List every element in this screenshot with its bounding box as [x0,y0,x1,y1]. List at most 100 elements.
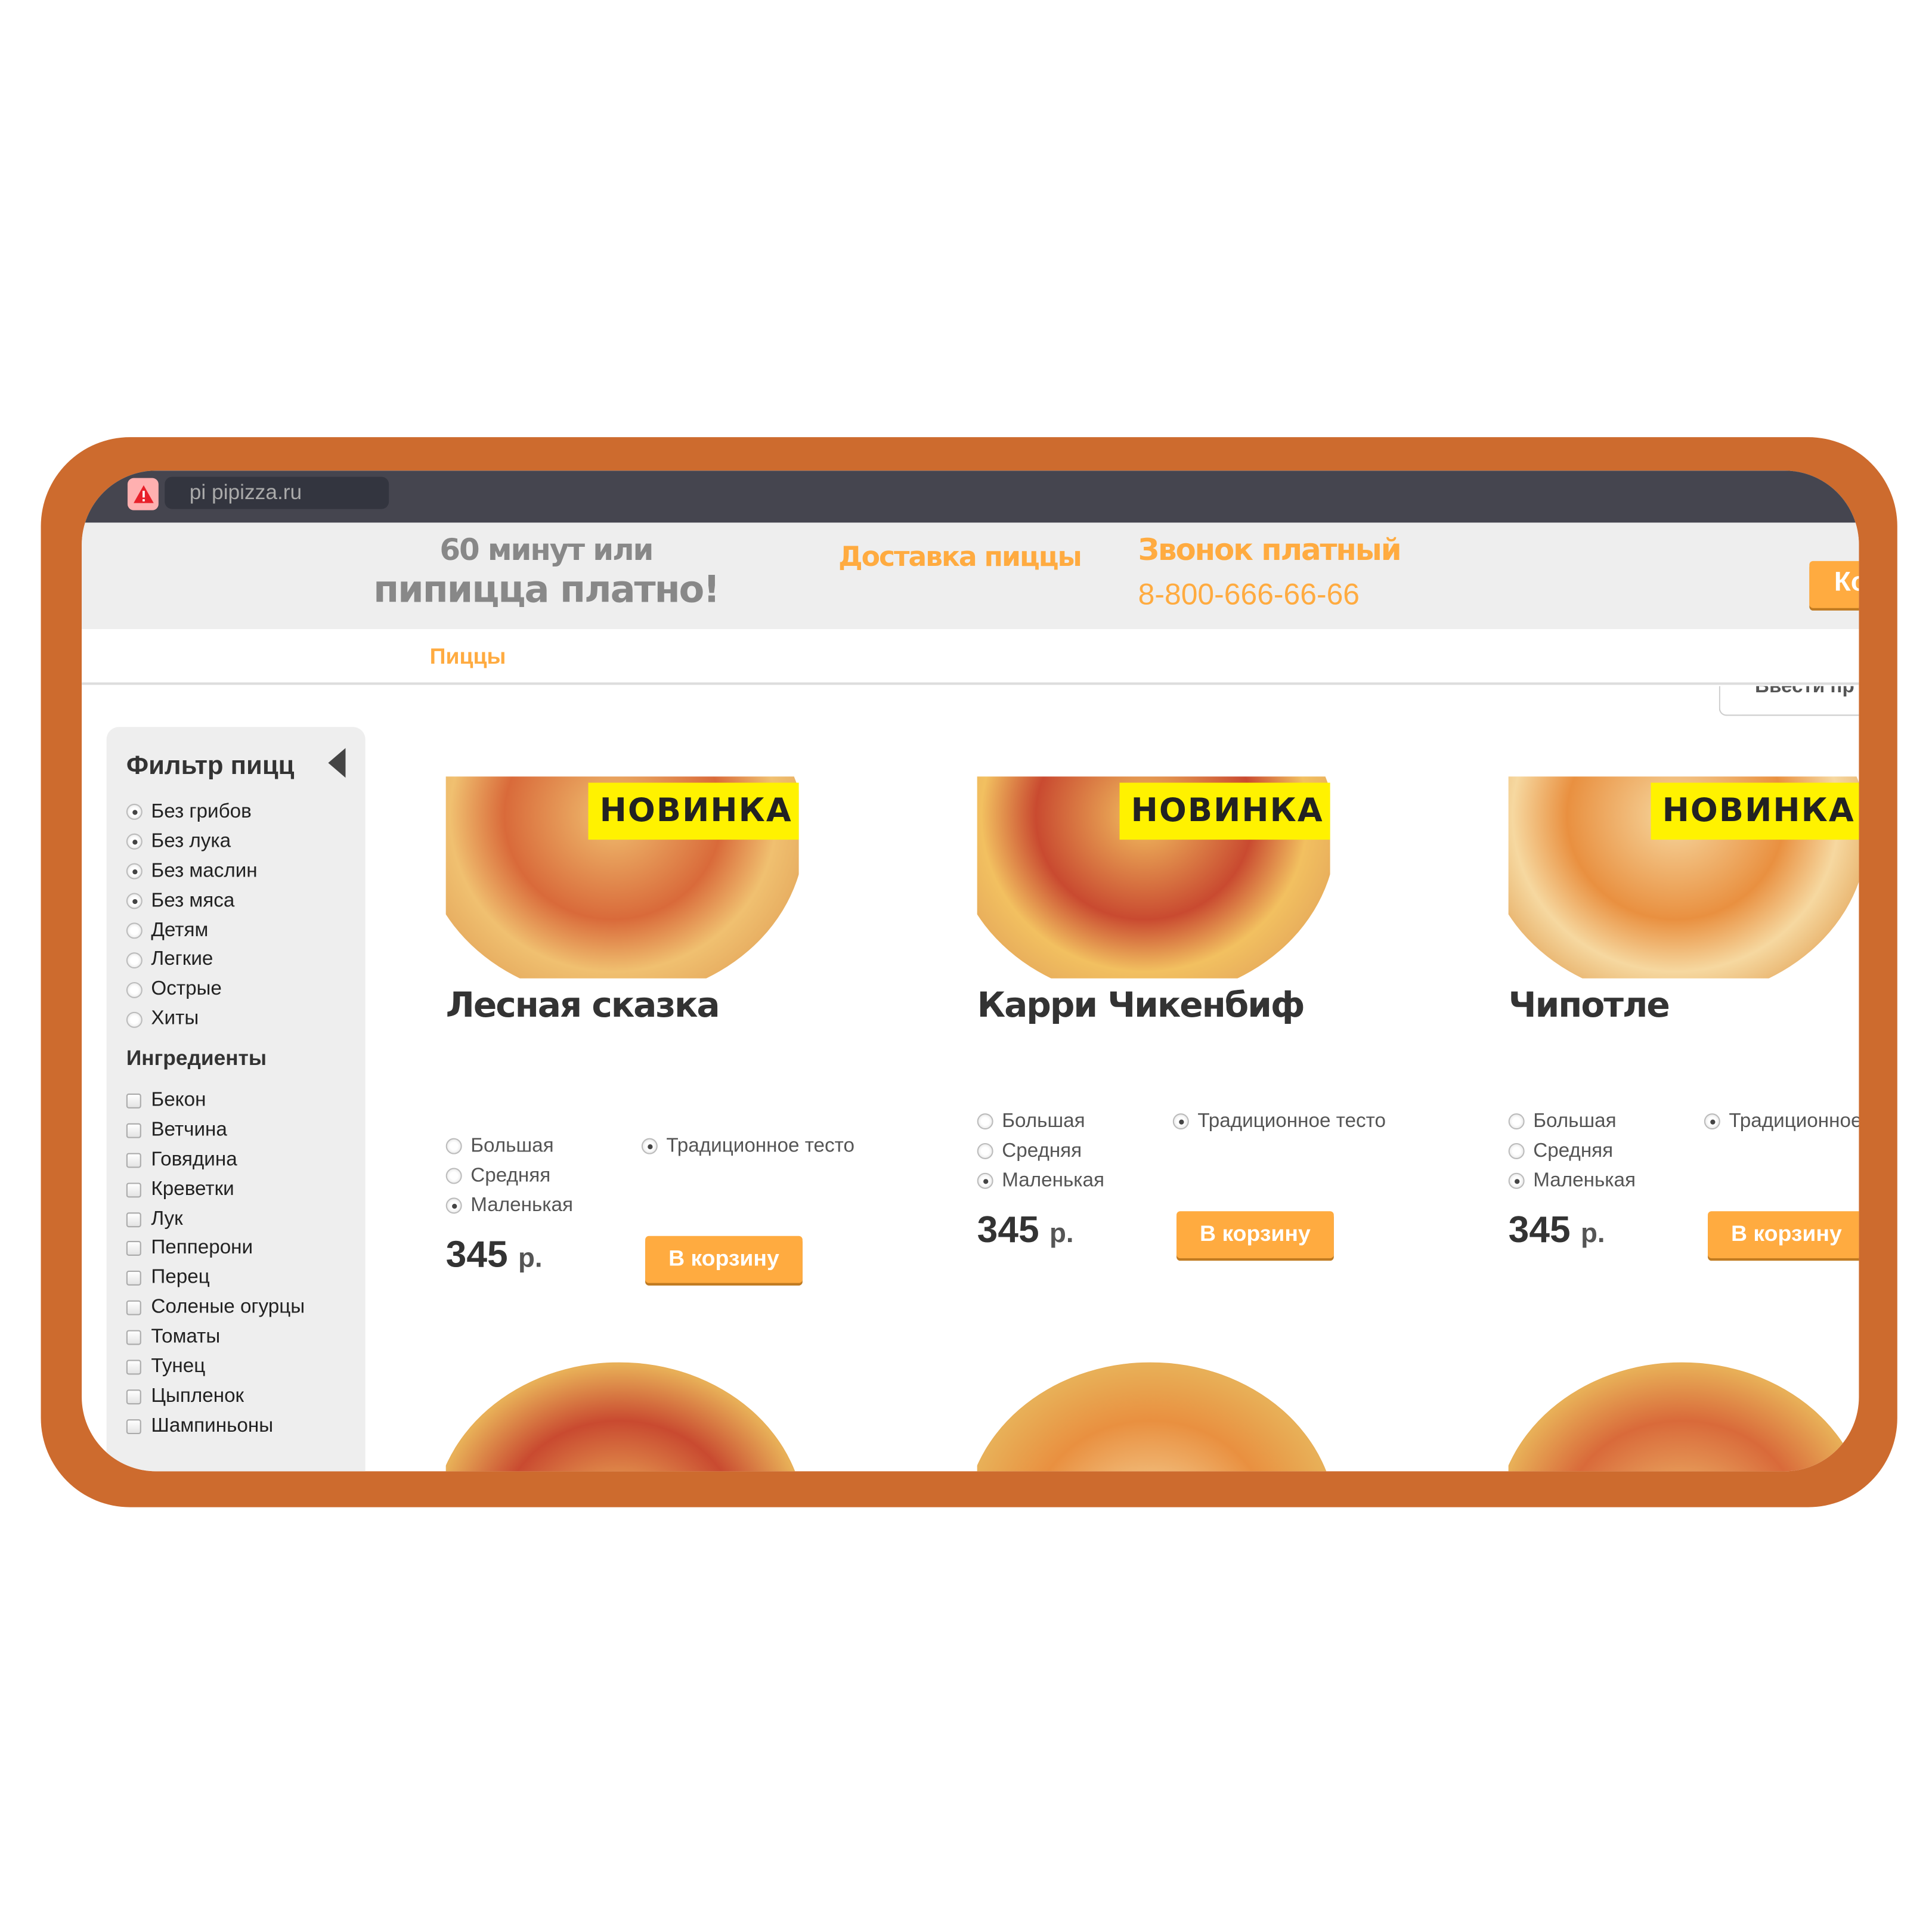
dough-option: Традиционное тесто [1172,1107,1386,1137]
size-option[interactable]: Большая [1508,1107,1636,1137]
dough-option: Традиционное тесто [1704,1107,1859,1137]
radio-button[interactable] [445,1197,462,1214]
checkbox[interactable] [126,1123,141,1138]
ingredient-item[interactable]: Лук [126,1205,305,1234]
filter-item[interactable]: Легкие [126,946,258,976]
radio-button[interactable] [1508,1143,1525,1160]
product-title[interactable]: Чипотле [1509,984,1670,1026]
radio-button[interactable] [977,1114,993,1131]
radio-button[interactable] [126,804,143,821]
collapse-arrow-icon[interactable] [328,748,346,778]
warning-icon[interactable] [127,478,159,510]
radio-button[interactable] [1704,1114,1720,1131]
size-option[interactable]: Большая [977,1107,1104,1137]
ingredient-item[interactable]: Тунец [126,1352,305,1382]
ingredient-item[interactable]: Соленые огурцы [126,1293,305,1323]
filter-item[interactable]: Без маслин [126,857,258,887]
radio-button[interactable] [1508,1114,1525,1131]
ingredient-item[interactable]: Цыпленок [126,1382,305,1412]
size-label: Средняя [470,1165,551,1187]
checkbox[interactable] [126,1419,141,1434]
checkbox[interactable] [126,1212,141,1227]
filter-item[interactable]: Острые [126,975,258,1005]
size-option[interactable]: Большая [445,1132,573,1162]
radio-button[interactable] [445,1168,462,1185]
pizza-image[interactable]: НОВИНКА [445,776,799,979]
ingredient-item[interactable]: Томаты [126,1323,305,1352]
ingredient-item[interactable]: Ветчина [126,1116,305,1145]
ingredient-item[interactable]: Говядина [126,1145,305,1175]
filter-item[interactable]: Без грибов [126,798,258,828]
radio-button[interactable] [1508,1173,1525,1190]
radio-button[interactable] [1172,1114,1189,1131]
size-options: Большая Средняя Маленькая [445,1132,574,1221]
filter-label: Без грибов [151,801,252,822]
add-to-cart-button[interactable]: В корзину [1176,1211,1334,1259]
checkbox[interactable] [126,1182,141,1197]
size-option[interactable]: Средняя [1508,1137,1636,1166]
filter-item[interactable]: Без мяса [126,886,258,916]
checkbox[interactable] [126,1389,141,1404]
pizza-image[interactable]: НОВИНКА [977,776,1330,979]
pizza-image[interactable] [1508,1362,1859,1472]
radio-button[interactable] [977,1143,993,1160]
add-to-cart-button[interactable]: В корзину [645,1236,803,1283]
size-option[interactable]: Средняя [445,1162,573,1191]
delivery-link[interactable]: Доставка пиццы [838,543,1082,574]
checkbox[interactable] [126,1241,141,1256]
radio-button[interactable] [126,863,143,880]
dough-label: Традиционное тесто [1197,1110,1386,1132]
nav-item-pizzas[interactable]: Пиццы [430,644,506,670]
ingredient-item[interactable]: Креветки [126,1175,305,1205]
address-bar[interactable]: pi pipizza.ru [165,476,389,509]
new-badge: НОВИНКА [1119,782,1330,840]
checkbox[interactable] [126,1330,141,1345]
dough-radio[interactable]: Традиционное тесто [641,1132,854,1162]
checkbox[interactable] [126,1360,141,1375]
checkbox[interactable] [126,1093,141,1109]
checkbox[interactable] [126,1271,141,1286]
main-nav: Пиццы [82,629,1859,685]
size-label: Маленькая [470,1194,574,1216]
size-option[interactable]: Маленькая [1508,1166,1636,1196]
radio-button[interactable] [126,834,143,850]
product-title[interactable]: Лесная сказка [446,984,720,1026]
ingredient-item[interactable]: Пепперони [126,1234,305,1264]
dough-radio[interactable]: Традиционное тесто [1172,1107,1386,1137]
phone-number[interactable]: 8-800-666-66-66 [1138,578,1360,613]
ingredient-label: Пепперони [151,1237,253,1259]
radio-button[interactable] [126,922,143,939]
radio-button[interactable] [126,1011,143,1028]
ingredient-item[interactable]: Шампиньоны [126,1411,305,1441]
size-label: Большая [1002,1110,1085,1132]
filter-item[interactable]: Детям [126,916,258,946]
dough-label: Традиционное тесто [1729,1110,1859,1132]
filter-item[interactable]: Без лука [126,827,258,857]
checkbox[interactable] [126,1153,141,1168]
pizza-image[interactable]: НОВИНКА [1508,776,1859,979]
radio-button[interactable] [641,1138,658,1155]
radio-button[interactable] [126,952,143,968]
pizza-image[interactable] [445,1362,799,1472]
size-option[interactable]: Маленькая [445,1191,574,1221]
price-value: 345 [977,1210,1039,1251]
filter-label: Детям [151,919,209,941]
radio-button[interactable] [126,893,143,909]
filter-label: Без мяса [151,890,235,911]
radio-button[interactable] [977,1173,993,1190]
filter-item[interactable]: Хиты [126,1005,258,1035]
size-option[interactable]: Средняя [977,1137,1104,1166]
size-option[interactable]: Маленькая [977,1166,1104,1196]
dough-radio[interactable]: Традиционное тесто [1704,1107,1859,1137]
radio-button[interactable] [126,982,143,998]
checkbox[interactable] [126,1301,141,1316]
pizza-image[interactable] [977,1362,1330,1472]
ingredient-item[interactable]: Бекон [126,1086,305,1116]
add-to-cart-button[interactable]: В корзину [1708,1211,1859,1259]
ingredient-item[interactable]: Перец [126,1264,305,1293]
price: 345 р. [1509,1210,1605,1252]
cart-button[interactable]: Ко [1809,561,1859,608]
product-title[interactable]: Карри Чикенбиф [977,984,1305,1026]
search-input[interactable]: Ввести пр [1719,686,1859,716]
radio-button[interactable] [445,1138,462,1155]
